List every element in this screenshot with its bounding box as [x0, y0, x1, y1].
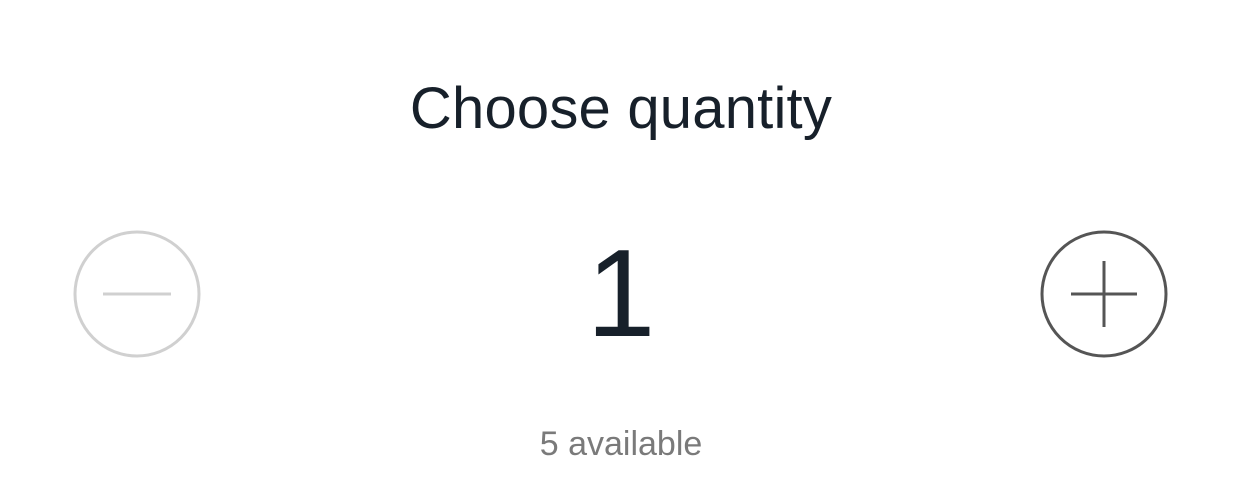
quantity-value: 1: [586, 225, 656, 363]
decrement-button[interactable]: [73, 230, 201, 358]
plus-icon: [1040, 230, 1168, 358]
page-title: Choose quantity: [409, 76, 833, 141]
increment-button[interactable]: [1040, 230, 1168, 358]
minus-icon: [73, 230, 201, 358]
availability-text: 5 available: [539, 425, 703, 463]
quantity-stepper: 1: [0, 228, 1242, 360]
quantity-picker: Choose quantity 1 5 available: [0, 0, 1242, 486]
